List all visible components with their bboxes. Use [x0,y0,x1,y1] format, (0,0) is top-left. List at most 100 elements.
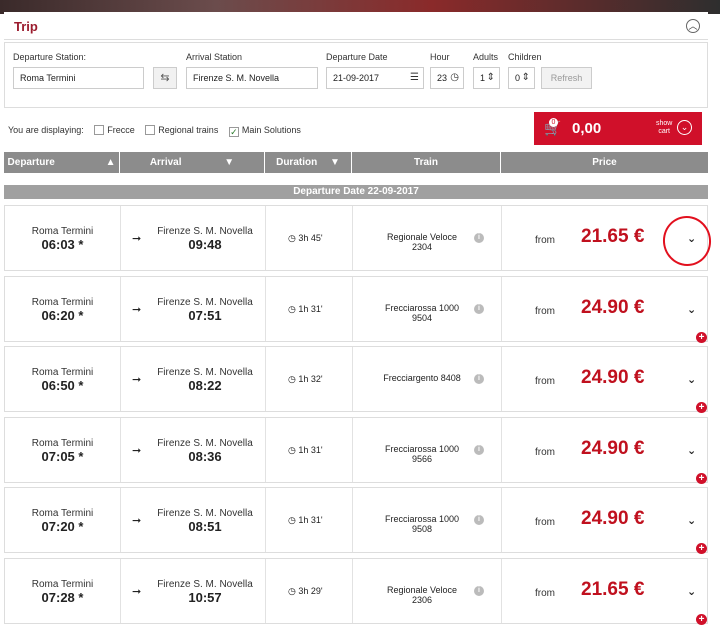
info-icon[interactable]: i [474,233,484,243]
departure-station: Roma Termini [31,367,94,378]
hour-label: Hour [430,52,450,62]
chevron-down-icon[interactable]: ⌄ [687,373,696,386]
departure-cell: Roma Termini 07:28 * [5,559,121,623]
table-row[interactable]: Roma Termini 07:28 * ➞ Firenze S. M. Nov… [4,558,708,625]
table-row[interactable]: Roma Termini 06:50 * ➞ Firenze S. M. Nov… [4,346,708,413]
stepper-icon: ⇕ [521,72,530,83]
departure-time: 06:20 * [41,308,84,323]
train-name: Frecciarossa 1000 9566 [384,444,460,464]
calendar-icon: ☰ [410,72,419,83]
duration: ◷ 1h 31' [288,445,323,455]
chevron-down-icon[interactable]: ⌄ [687,303,696,316]
trip-section-header: Trip ︿ [4,12,708,40]
arrival-station: Firenze S. M. Novella [157,508,253,519]
column-train: Train [352,152,501,173]
clock-icon: ◷ [450,72,459,83]
swap-stations-button[interactable]: ⇆ [153,67,177,89]
date-value: 21-09-2017 [333,73,380,83]
arrival-time: 08:51 [188,519,222,534]
info-icon[interactable]: i [474,445,484,455]
table-row[interactable]: Roma Termini 07:05 * ➞ Firenze S. M. Nov… [4,417,708,484]
column-arrival[interactable]: Arrival ▼ [120,152,265,173]
arrow-right-icon: ➞ [132,233,142,245]
train-name: Frecciarossa 1000 9504 [384,303,460,323]
departure-station: Roma Termini [31,297,94,308]
table-row[interactable]: Roma Termini 06:20 * ➞ Firenze S. M. Nov… [4,276,708,343]
hour-input[interactable]: 23 ◷ [430,67,464,89]
departure-time: 07:28 * [41,590,84,605]
sort-down-icon: ▼ [329,157,340,168]
clock-icon: ◷ [288,515,296,525]
adults-select[interactable]: 1 ⇕ [473,67,500,89]
departure-cell: Roma Termini 07:05 * [5,418,121,482]
info-icon[interactable]: i [474,515,484,525]
children-value: 0 [515,73,521,83]
table-row[interactable]: Roma Termini 06:03 * ➞ Firenze S. M. Nov… [4,205,708,271]
departure-time: 07:20 * [41,519,84,534]
add-icon[interactable]: + [696,332,707,343]
info-icon[interactable]: i [474,586,484,596]
arrival-cell: Firenze S. M. Novella 10:57 [145,559,266,623]
price-prefix: from [535,235,555,246]
departure-time: 07:05 * [41,449,84,464]
arrival-station: Firenze S. M. Novella [157,579,253,590]
column-price: Price [592,157,617,168]
filter-row: You are displaying: Frecce Regional trai… [8,125,301,137]
departure-station: Roma Termini [31,226,94,237]
arrival-station: Firenze S. M. Novella [157,297,253,308]
duration: ◷ 3h 29' [288,586,323,596]
table-row[interactable]: Roma Termini 07:20 * ➞ Firenze S. M. Nov… [4,487,708,554]
arrival-station: Firenze S. M. Novella [157,367,253,378]
arrow-right-icon: ➞ [132,304,142,316]
clock-icon: ◷ [288,586,296,596]
info-icon[interactable]: i [474,374,484,384]
date-label: Departure Date [326,52,388,62]
arrival-cell: Firenze S. M. Novella 09:48 [145,206,266,270]
children-select[interactable]: 0 ⇕ [508,67,535,89]
chevron-up-icon[interactable]: ︿ [686,19,700,33]
hour-value: 23 [437,73,448,83]
refresh-button[interactable]: Refresh [541,67,592,89]
departure-station: Roma Termini [31,508,94,519]
add-icon[interactable]: + [696,402,707,413]
price: 24.90 € [581,367,645,388]
adults-value: 1 [480,73,486,83]
frecce-checkbox[interactable] [94,125,105,135]
column-duration[interactable]: Duration ▼ [265,152,352,173]
arrival-station-input[interactable]: Firenze S. M. Novella [186,67,318,89]
departure-cell: Roma Termini 07:20 * [5,488,121,552]
departure-date-input[interactable]: 21-09-2017 ☰ [326,67,424,89]
duration: ◷ 1h 32' [288,374,323,384]
cart-button[interactable]: 🛒 0 0,00 show cart ⌄ [534,112,702,145]
column-departure[interactable]: Departure ▲ [4,152,120,173]
add-icon[interactable]: + [696,473,707,484]
children-label: Children [508,52,542,62]
search-form: Departure Station: Roma Termini ⇆ Arriva… [4,42,708,108]
chevron-down-icon[interactable]: ⌄ [687,585,696,598]
add-icon[interactable]: + [696,614,707,625]
arrival-cell: Firenze S. M. Novella 08:51 [145,488,266,552]
arrow-right-icon: ➞ [132,374,142,386]
price-prefix: from [535,447,555,458]
swap-icon: ⇆ [160,72,170,84]
departure-station-input[interactable]: Roma Termini [13,67,144,89]
chevron-down-icon: ⌄ [677,120,692,135]
chevron-down-icon[interactable]: ⌄ [687,444,696,457]
main-solutions-checkbox[interactable]: ✓ [228,127,239,137]
price: 24.90 € [581,508,645,529]
info-icon[interactable]: i [474,304,484,314]
arrival-time: 07:51 [188,308,222,323]
arrival-cell: Firenze S. M. Novella 08:22 [145,347,266,411]
add-icon[interactable]: + [696,543,707,554]
arrow-right-icon: ➞ [132,515,142,527]
arrival-time: 08:36 [188,449,222,464]
price-prefix: from [535,376,555,387]
arrival-station: Firenze S. M. Novella [157,438,253,449]
arrival-station: Firenze S. M. Novella [157,226,253,237]
regional-trains-checkbox[interactable] [145,125,156,135]
duration: ◷ 3h 45' [288,233,323,243]
chevron-down-icon[interactable]: ⌄ [687,514,696,527]
clock-icon: ◷ [288,233,296,243]
duration: ◷ 1h 31' [288,304,323,314]
arrival-label: Arrival Station [186,52,243,62]
